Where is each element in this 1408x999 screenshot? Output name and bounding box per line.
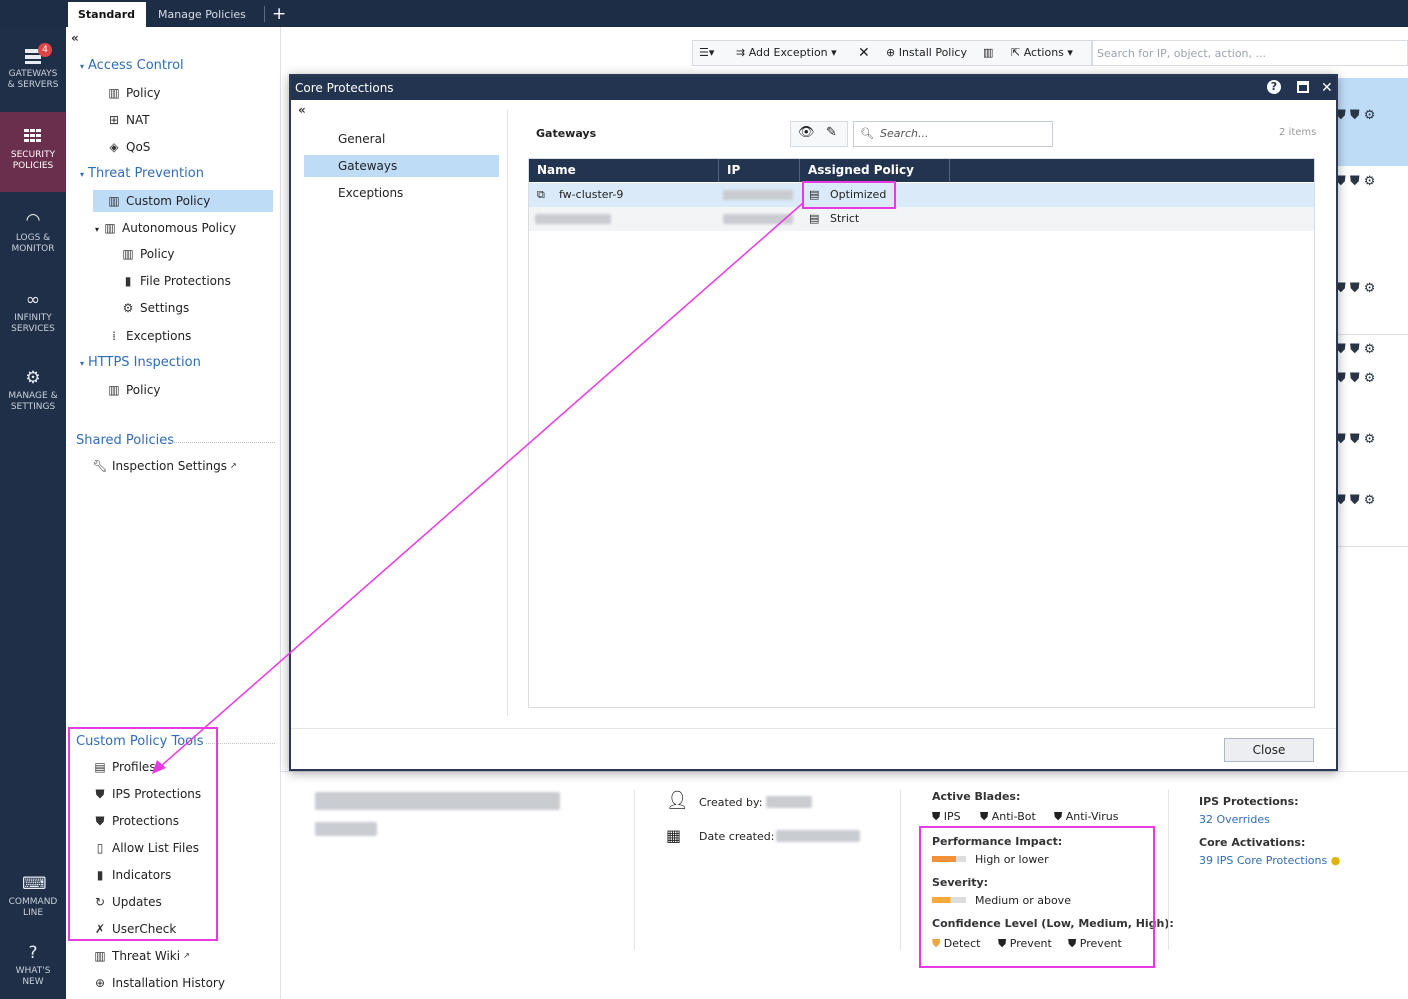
annotation-arrow [152,202,804,774]
